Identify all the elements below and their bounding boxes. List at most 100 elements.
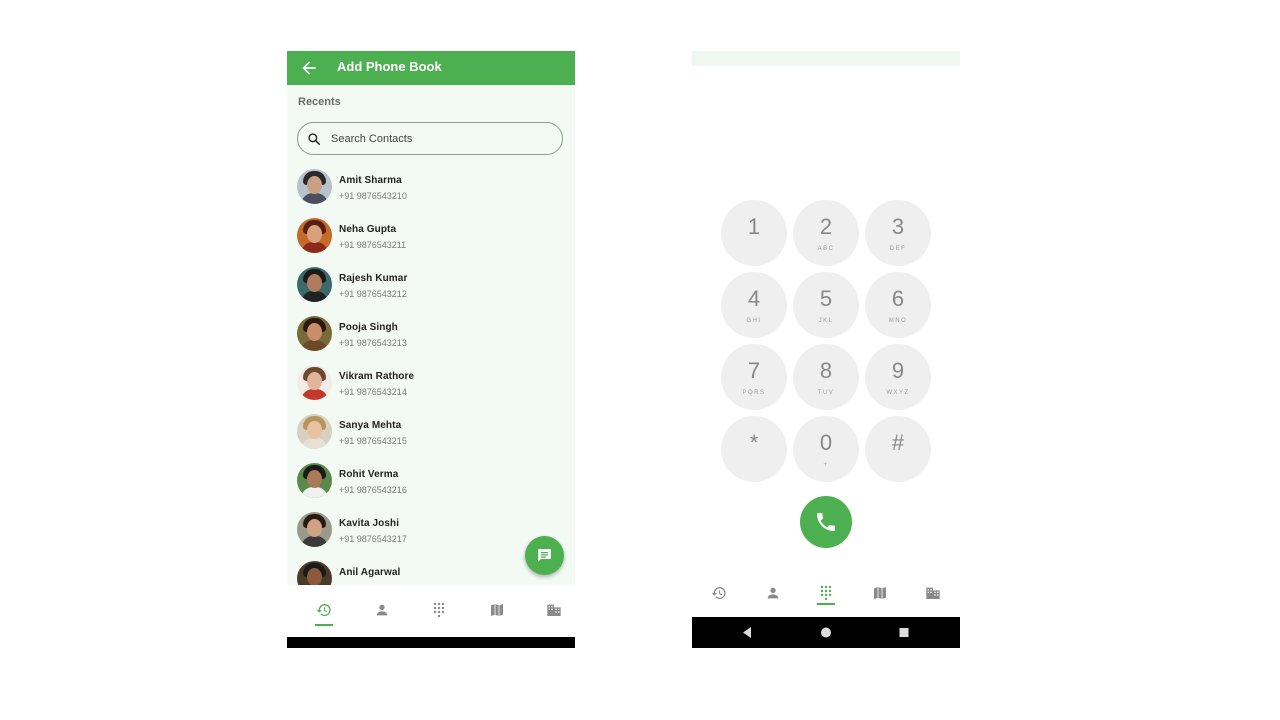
contact-phone: +91 9876543212 (339, 289, 407, 299)
contact-name: Rajesh Kumar (339, 273, 408, 284)
contact-row[interactable]: Neha Gupta +91 9876543211 (287, 216, 575, 260)
key-digit: 3 (891, 214, 905, 239)
recents-square-icon[interactable] (897, 617, 911, 648)
key-letters: MNO (888, 318, 908, 324)
contact-list: Amit Sharma +91 9876543210 Neha Gupta +91 9… (287, 167, 575, 585)
bottom-navigation (692, 573, 960, 616)
dialpad-key[interactable]: 7 PQRS (721, 344, 787, 410)
key-digit: 0 (819, 430, 833, 455)
avatar-face (307, 568, 322, 585)
avatar-body (301, 536, 328, 547)
building-icon (926, 587, 940, 599)
contact-row[interactable]: Pooja Singh +91 9876543213 (287, 314, 575, 358)
contact-row[interactable]: Sanya Mehta +91 9876543215 (287, 412, 575, 456)
key-letters: JKL (818, 318, 834, 324)
avatar-face (307, 323, 322, 341)
contact-name: Amit Sharma (339, 175, 402, 186)
nav-item-building[interactable] (532, 585, 575, 637)
nav-item-person[interactable] (360, 585, 410, 637)
contact-row[interactable]: Rajesh Kumar +91 9876543212 (287, 265, 575, 309)
avatar-face (307, 519, 322, 537)
person-icon (376, 604, 387, 616)
key-letters: TUV (817, 390, 835, 396)
avatar-body (301, 242, 328, 253)
key-digit: 1 (747, 214, 761, 239)
key-digit: 8 (819, 358, 833, 383)
contact-row[interactable]: Vikram Rathore +91 9876543214 (287, 363, 575, 407)
dialpad-key[interactable]: 0 + (793, 416, 859, 482)
contacts-screen: Add Phone Book Recents Amit Sharma +91 98… (287, 51, 575, 648)
key-digit: 5 (819, 286, 833, 311)
call-button[interactable] (800, 496, 852, 548)
dialpad-key[interactable]: 2 ABC (793, 200, 859, 266)
key-digit: 4 (747, 286, 761, 311)
contact-name: Rohit Verma (339, 469, 399, 480)
key-letters: + (823, 462, 829, 468)
contact-phone: +91 9876543211 (339, 240, 407, 250)
contact-row[interactable]: Rohit Verma +91 9876543216 (287, 461, 575, 505)
dialpad-key[interactable]: * (721, 416, 787, 482)
status-bar (692, 51, 960, 66)
nav-item-history[interactable] (302, 585, 352, 637)
nav-item-map[interactable] (475, 585, 525, 637)
back-triangle-icon[interactable] (740, 617, 754, 648)
avatar-body (301, 438, 328, 449)
key-letters: PQRS (742, 390, 766, 396)
avatar-body (301, 193, 328, 204)
dialpad-icon (820, 585, 832, 601)
person-icon (767, 587, 778, 599)
avatar (297, 512, 332, 547)
contact-name: Kavita Joshi (339, 518, 400, 529)
avatar (297, 463, 332, 498)
key-letters: WXYZ (886, 390, 910, 396)
avatar (297, 267, 332, 302)
dialpad-key[interactable]: # (865, 416, 931, 482)
avatar-face (307, 176, 322, 194)
avatar (297, 316, 332, 351)
key-letters: GHI (746, 318, 762, 324)
active-indicator (315, 624, 333, 626)
arrow-back-icon[interactable] (299, 58, 319, 78)
dialpad-key[interactable]: 4 GHI (721, 272, 787, 338)
avatar-body (301, 389, 328, 400)
active-indicator (817, 603, 835, 605)
map-icon (490, 604, 503, 616)
nav-item-dialpad[interactable] (417, 585, 467, 637)
map-icon (873, 587, 886, 599)
avatar-body (301, 487, 328, 498)
contact-name: Sanya Mehta (339, 420, 402, 431)
avatar (297, 561, 332, 585)
avatar (297, 169, 332, 204)
system-nav-bar (692, 617, 960, 648)
contact-phone: +91 9876543215 (339, 436, 407, 446)
message-button[interactable] (525, 536, 564, 575)
dialpad-key[interactable]: 6 MNO (865, 272, 931, 338)
dialpad-icon (433, 602, 445, 618)
avatar (297, 218, 332, 253)
dialpad-key[interactable]: 1 (721, 200, 787, 266)
avatar (297, 414, 332, 449)
home-circle-icon[interactable] (819, 617, 833, 648)
dialer-screen: 1 2 ABC 3 DEF 4 GHI 5 JKL 6 MNO 7 PQRS 8 TUV 9 WXYZ * 0 + # (692, 51, 960, 648)
avatar-face (307, 372, 322, 390)
avatar (297, 365, 332, 400)
avatar-face (307, 470, 322, 488)
phone-icon (817, 513, 835, 531)
history-icon (711, 587, 726, 599)
dialpad-key[interactable]: 5 JKL (793, 272, 859, 338)
search-input[interactable] (331, 130, 551, 148)
contact-row[interactable]: Amit Sharma +91 9876543210 (287, 167, 575, 211)
dialpad-key[interactable]: 8 TUV (793, 344, 859, 410)
history-icon (316, 604, 331, 616)
contact-name: Pooja Singh (339, 322, 398, 333)
dialpad-key[interactable]: 9 WXYZ (865, 344, 931, 410)
avatar-body (301, 291, 328, 302)
key-digit: 2 (819, 214, 833, 239)
app-bar: Add Phone Book (287, 51, 575, 85)
building-icon (547, 604, 561, 616)
dialpad-key[interactable]: 3 DEF (865, 200, 931, 266)
system-nav-bar (287, 637, 575, 648)
search-bar[interactable] (297, 122, 563, 155)
key-digit: 7 (747, 358, 761, 383)
contact-name: Vikram Rathore (339, 371, 415, 382)
